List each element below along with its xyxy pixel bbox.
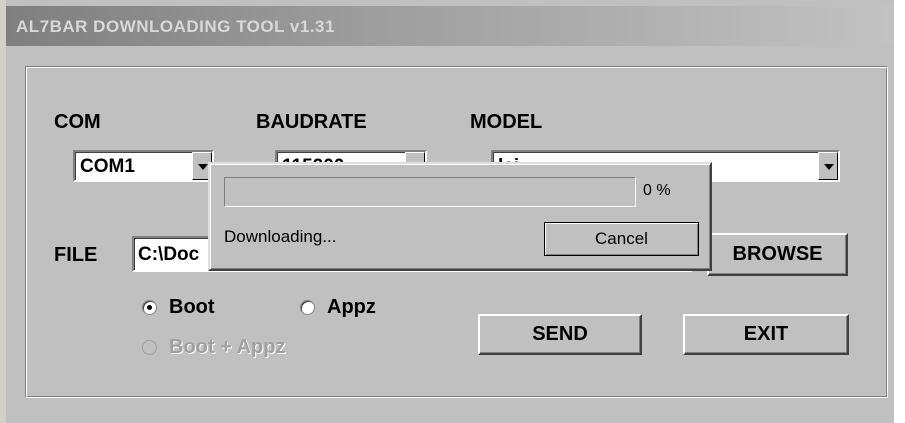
radio-appz-label: Appz [327,296,376,318]
download-status-text: Downloading... [224,227,337,246]
send-button[interactable]: SEND [478,314,642,355]
download-progress-dialog: 0 % Downloading... Cancel [208,162,712,271]
baudrate-label: BAUDRATE [256,111,367,133]
progress-percent: 0 % [643,182,671,199]
radio-unchecked-icon [300,300,315,315]
radio-boot-label: Boot [169,296,215,318]
file-label: FILE [54,244,98,266]
window-title: AL7BAR DOWNLOADING TOOL v1.31 [16,17,335,36]
chevron-down-icon[interactable] [818,152,838,180]
title-bar[interactable]: AL7BAR DOWNLOADING TOOL v1.31 [6,6,894,46]
model-label: MODEL [470,111,543,133]
radio-checked-icon [142,300,157,315]
com-select-value: COM1 [80,156,135,177]
window-border-right [894,0,905,423]
browse-button[interactable]: BROWSE [707,233,848,276]
window-border-left [0,0,6,423]
cancel-button[interactable]: Cancel [544,222,699,256]
radio-boot-appz: Boot + Appz [142,336,285,359]
radio-boot[interactable]: Boot [142,296,215,319]
exit-button[interactable]: EXIT [683,314,849,355]
radio-appz[interactable]: Appz [300,296,376,319]
com-select[interactable]: COM1 [73,150,214,182]
radio-unchecked-icon [142,340,157,355]
progress-bar [224,177,636,207]
app-window: AL7BAR DOWNLOADING TOOL v1.31 COM COM1 B… [0,0,905,423]
com-label: COM [54,111,101,133]
radio-boot-appz-label: Boot + Appz [169,336,286,358]
file-path-value: C:\Doc [138,244,200,265]
